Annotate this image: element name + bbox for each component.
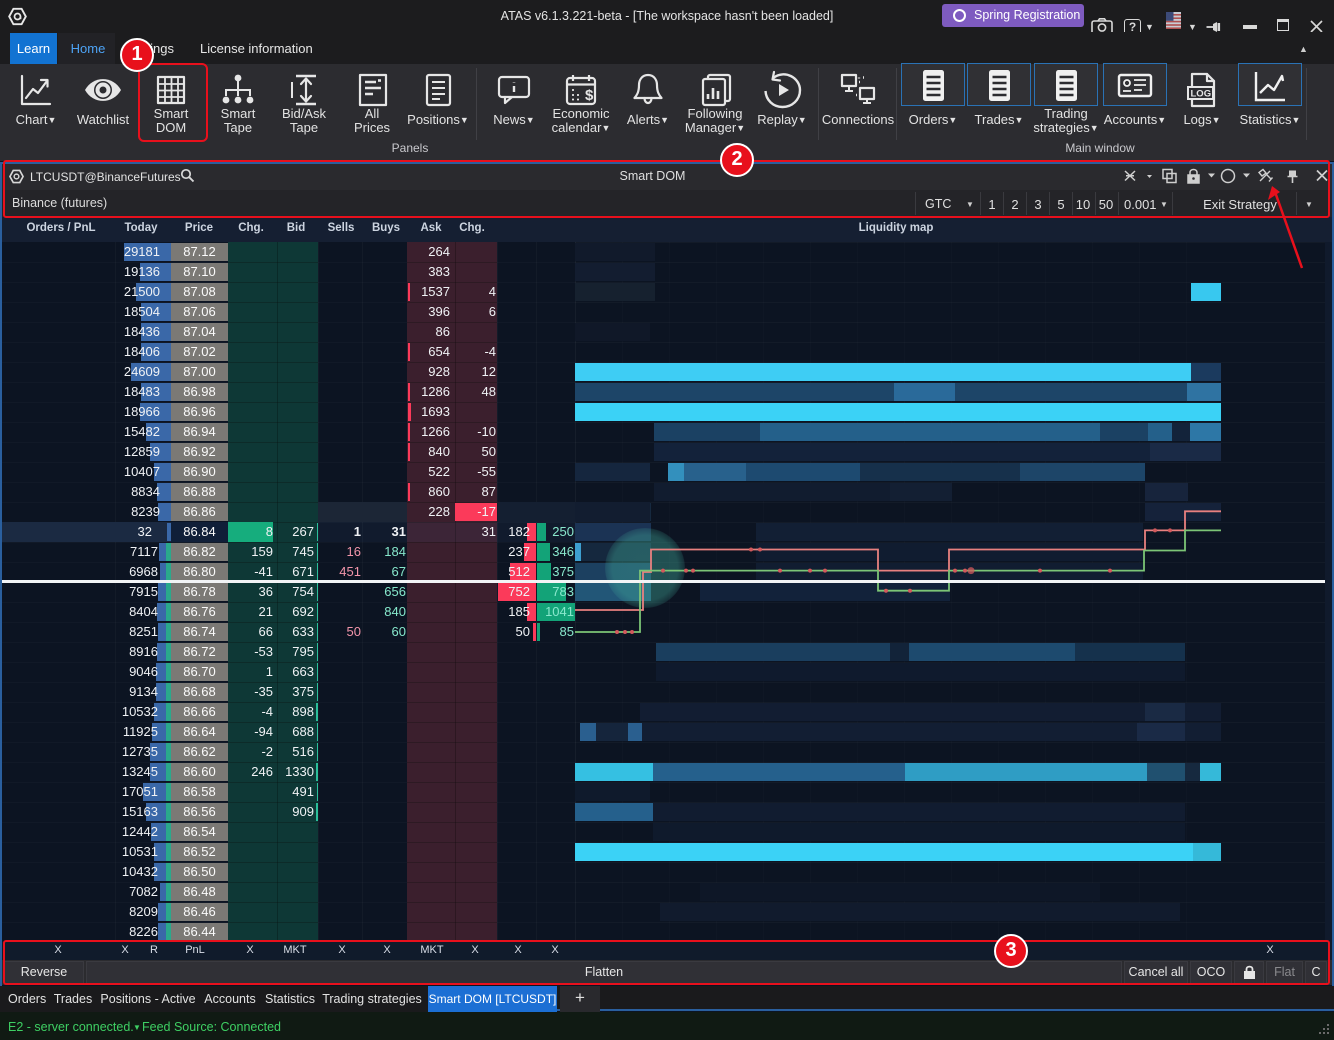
svg-text:$: $ [585, 87, 594, 104]
svg-text:LOG: LOG [1191, 89, 1212, 100]
